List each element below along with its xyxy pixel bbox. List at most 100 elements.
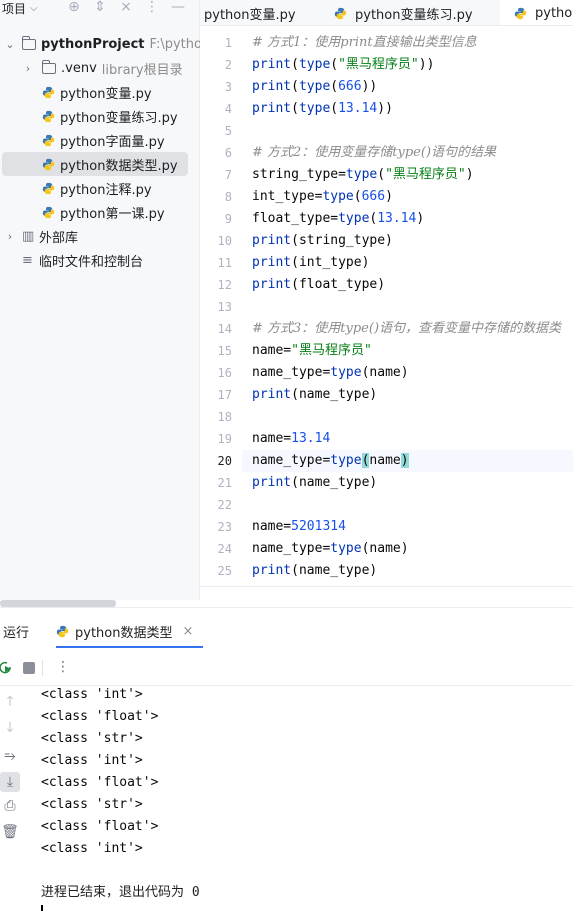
code-line[interactable]: float_type=type(13.14) bbox=[252, 208, 424, 230]
line-number[interactable]: 12 bbox=[218, 274, 232, 296]
line-number[interactable]: 9 bbox=[225, 208, 232, 230]
tree-item-venv[interactable]: › .venv library根目录 bbox=[0, 56, 200, 80]
editor-divider bbox=[200, 586, 573, 587]
line-number[interactable]: 25 bbox=[218, 560, 232, 582]
code-line[interactable]: print(type(13.14)) bbox=[252, 98, 393, 120]
line-number[interactable]: 20 bbox=[218, 450, 232, 472]
arrow-down-icon[interactable]: ↓ bbox=[0, 720, 20, 736]
tree-item-label: python第一课.py bbox=[60, 206, 165, 222]
run-tab-active-indicator bbox=[56, 646, 203, 648]
line-number[interactable]: 16 bbox=[218, 362, 232, 384]
scroll-to-end-icon[interactable]: ⤓ bbox=[0, 772, 20, 792]
code-line[interactable]: print(string_type) bbox=[252, 230, 393, 252]
expand-collapse-icon[interactable]: ⇕ bbox=[92, 0, 108, 15]
more-options-icon[interactable]: ⋮ bbox=[144, 0, 160, 15]
arrow-up-icon[interactable]: ↑ bbox=[0, 694, 20, 710]
code-line[interactable]: name_type=type(name) bbox=[252, 450, 409, 472]
tab-python-data-types[interactable]: pythor bbox=[500, 0, 573, 25]
tree-item-root[interactable]: ⌄ pythonProject F:\pythonP bbox=[0, 32, 200, 56]
line-number[interactable]: 10 bbox=[218, 230, 232, 252]
code-line[interactable]: name=13.14 bbox=[252, 428, 330, 450]
code-line[interactable]: print(name_type) bbox=[252, 384, 377, 406]
console-line: <class 'str'> bbox=[41, 731, 143, 746]
code-line[interactable]: # 方式2：使用变量存储type()语句的结果 bbox=[252, 142, 496, 164]
code-line[interactable]: name="黑马程序员" bbox=[252, 340, 372, 362]
line-number[interactable]: 13 bbox=[218, 296, 232, 318]
code-line[interactable]: string_type=type("黑马程序员") bbox=[252, 164, 474, 186]
trash-icon[interactable]: 🗑 bbox=[0, 824, 20, 840]
project-panel: 项目 ⌵ ⊕ ⇕ × ⋮ — ⌄ pythonProject F:\python… bbox=[0, 0, 200, 600]
console-line: <class 'int'> bbox=[41, 753, 143, 768]
code-line[interactable]: # 方式3：使用type()语句，查看变量中存储的数据类 bbox=[252, 318, 561, 340]
code-line[interactable]: int_type=type(666) bbox=[252, 186, 393, 208]
tree-item-path: F:\pythonP bbox=[149, 36, 201, 52]
line-number[interactable]: 11 bbox=[218, 252, 232, 274]
tree-item-external-libraries[interactable]: › ▥ 外部库 bbox=[0, 224, 200, 248]
console-line: 进程已结束，退出代码为 0 bbox=[41, 885, 200, 900]
code-line[interactable]: print(int_type) bbox=[252, 252, 369, 274]
tree-item-label: .venv bbox=[61, 60, 97, 76]
line-number[interactable]: 14 bbox=[218, 318, 232, 340]
tab-python-variables-practice[interactable]: python变量练习.py bbox=[334, 0, 473, 25]
close-icon[interactable]: × bbox=[118, 0, 134, 15]
chevron-right-icon[interactable]: › bbox=[4, 230, 16, 243]
stop-icon[interactable] bbox=[23, 662, 35, 674]
tree-item-file[interactable]: python字面量.py bbox=[0, 128, 200, 152]
code-line[interactable]: # 方式1：使用print直接输出类型信息 bbox=[252, 32, 477, 54]
tree-item-file[interactable]: python变量.py bbox=[0, 80, 200, 104]
line-number[interactable]: 7 bbox=[225, 164, 232, 186]
run-panel-header: 运行 python数据类型 × bbox=[0, 608, 573, 648]
tree-item-file[interactable]: python第一课.py bbox=[0, 200, 200, 224]
line-number[interactable]: 1 bbox=[225, 32, 232, 54]
line-number[interactable]: 5 bbox=[225, 120, 232, 142]
line-number[interactable]: 15 bbox=[218, 340, 232, 362]
line-number[interactable]: 22 bbox=[218, 494, 232, 516]
line-number[interactable]: 23 bbox=[218, 516, 232, 538]
chevron-down-icon[interactable]: ⌵ bbox=[30, 3, 38, 14]
tree-item-label: 外部库 bbox=[39, 230, 79, 246]
tree-item-file[interactable]: python变量练习.py bbox=[0, 104, 200, 128]
line-number[interactable]: 8 bbox=[225, 186, 232, 208]
run-panel-title[interactable]: 运行 bbox=[3, 622, 29, 641]
line-number[interactable]: 6 bbox=[225, 142, 232, 164]
project-panel-header: 项目 ⌵ ⊕ ⇕ × ⋮ — bbox=[0, 0, 199, 17]
line-number[interactable]: 3 bbox=[225, 76, 232, 98]
line-number[interactable]: 18 bbox=[218, 406, 232, 428]
code-line[interactable]: print(name_type) bbox=[252, 472, 377, 494]
code-line[interactable]: print(float_type) bbox=[252, 274, 385, 296]
line-number[interactable]: 21 bbox=[218, 472, 232, 494]
run-side-toolbar: ↑ ↓ ⥱ ⤓ ⎙ 🗑 bbox=[0, 686, 26, 911]
locate-icon[interactable]: ⊕ bbox=[66, 0, 82, 15]
project-panel-title[interactable]: 项目 bbox=[2, 0, 26, 17]
horizontal-scrollbar[interactable] bbox=[0, 600, 116, 607]
line-number[interactable]: 4 bbox=[225, 98, 232, 120]
line-number[interactable]: 24 bbox=[218, 538, 232, 560]
tree-item-label: python变量练习.py bbox=[60, 110, 178, 126]
line-number[interactable]: 17 bbox=[218, 384, 232, 406]
close-icon[interactable]: × bbox=[182, 624, 193, 639]
run-tab[interactable]: python数据类型 × bbox=[56, 622, 193, 641]
line-number[interactable]: 19 bbox=[218, 428, 232, 450]
tab-python-variables[interactable]: python变量.py bbox=[204, 0, 296, 25]
tree-item-scratches[interactable]: ≡ 临时文件和控制台 bbox=[0, 248, 200, 272]
code-editor[interactable]: # 方式1：使用print直接输出类型信息 print(type("黑马程序员")… bbox=[242, 26, 573, 586]
print-icon[interactable]: ⎙ bbox=[0, 798, 20, 814]
console-line: <class 'int'> bbox=[41, 687, 143, 702]
code-line[interactable]: print(type("黑马程序员")) bbox=[252, 54, 434, 76]
rerun-icon[interactable] bbox=[0, 661, 12, 675]
chevron-down-icon[interactable]: ⌄ bbox=[4, 38, 16, 51]
chevron-right-icon[interactable]: › bbox=[22, 62, 34, 75]
console-line: <class 'float'> bbox=[41, 819, 159, 834]
run-toolbar: ⋮ bbox=[0, 650, 573, 686]
minimize-icon[interactable]: — bbox=[170, 0, 186, 15]
code-line[interactable]: print(type(666)) bbox=[252, 76, 377, 98]
code-line[interactable]: name=5201314 bbox=[252, 516, 346, 538]
more-options-icon[interactable]: ⋮ bbox=[56, 659, 70, 675]
soft-wrap-icon[interactable]: ⥱ bbox=[0, 748, 20, 764]
tree-item-file[interactable]: python注释.py bbox=[0, 176, 200, 200]
code-line[interactable]: name_type=type(name) bbox=[252, 538, 409, 560]
code-line[interactable]: print(name_type) bbox=[252, 560, 377, 582]
tree-item-file-selected[interactable]: python数据类型.py bbox=[2, 152, 188, 176]
line-number[interactable]: 2 bbox=[225, 54, 232, 76]
code-line[interactable]: name_type=type(name) bbox=[252, 362, 409, 384]
